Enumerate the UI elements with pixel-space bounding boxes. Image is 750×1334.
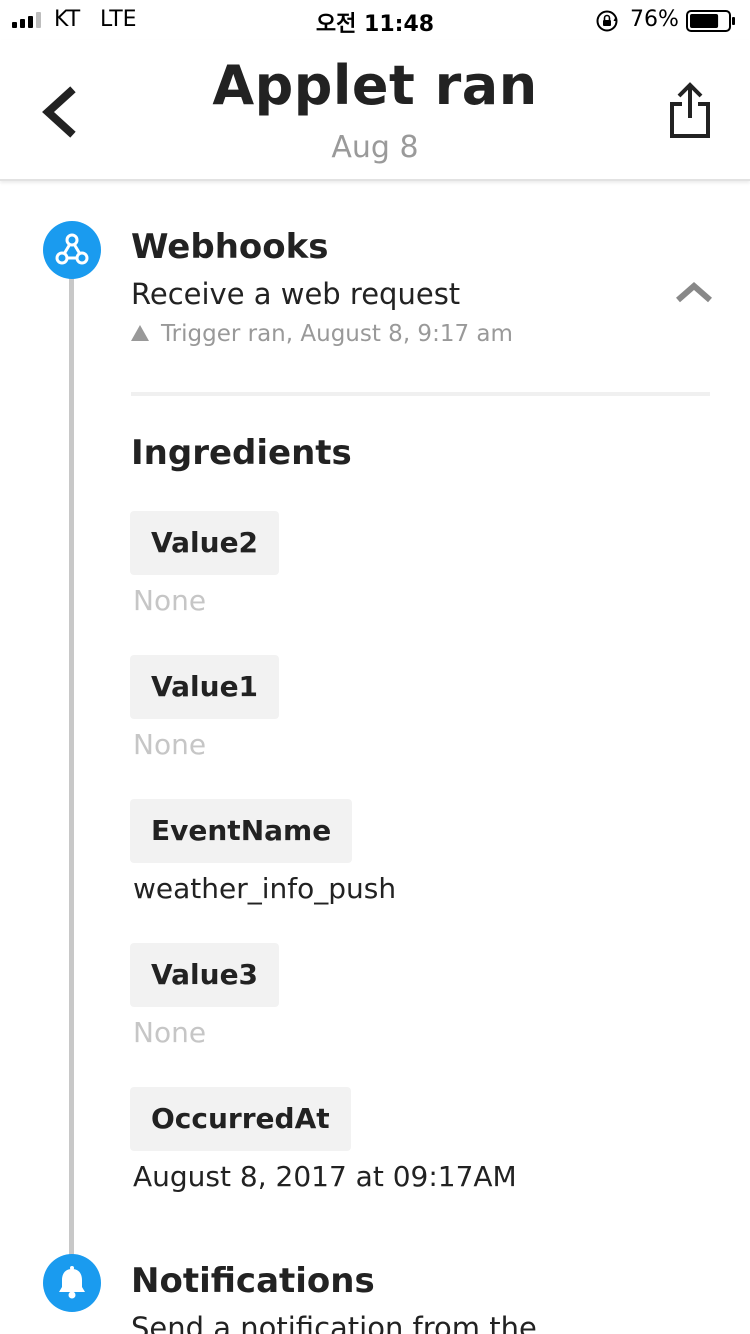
ingredient-label-occurredat: OccurredAt (130, 1087, 351, 1151)
ingredient-value-value2: None (133, 584, 207, 617)
ingredient-label-value2: Value2 (130, 511, 280, 575)
timeline-connector (69, 270, 74, 1255)
page-subtitle: Aug 8 (331, 130, 419, 165)
rotation-lock-icon (596, 10, 618, 32)
trigger-status-text: Trigger ran, August 8, 9:17 am (161, 321, 513, 347)
ingredient-value-eventname: weather_info_push (133, 872, 397, 905)
trigger-action-name: Receive a web request (131, 277, 461, 311)
section-divider (131, 392, 710, 396)
page-title: Applet ran (212, 54, 538, 117)
share-button[interactable] (662, 80, 718, 140)
action-description: Send a notification from the (131, 1311, 537, 1334)
trigger-status: Trigger ran, August 8, 9:17 am (131, 321, 513, 347)
battery-icon (686, 10, 735, 32)
ingredient-value-value1: None (133, 728, 207, 761)
status-bar: KT LTE 오전 11:48 76% (0, 0, 750, 40)
action-service-name: Notifications (131, 1261, 375, 1301)
trigger-triangle-icon (131, 325, 149, 341)
ingredient-label-value3: Value3 (130, 943, 280, 1007)
trigger-service-name: Webhooks (131, 227, 329, 267)
webhooks-icon (43, 221, 101, 279)
ingredient-value-occurredat: August 8, 2017 at 09:17AM (133, 1160, 517, 1193)
notifications-bell-icon (43, 1254, 101, 1312)
ingredient-value-value3: None (133, 1016, 207, 1049)
collapse-chevron-up-icon[interactable] (672, 276, 716, 306)
ingredient-label-value1: Value1 (130, 655, 280, 719)
ingredients-heading: Ingredients (131, 433, 352, 473)
nav-header: Applet ran Aug 8 (0, 40, 750, 181)
battery-percentage: 76% (630, 7, 679, 32)
ingredient-label-eventname: EventName (130, 799, 353, 863)
